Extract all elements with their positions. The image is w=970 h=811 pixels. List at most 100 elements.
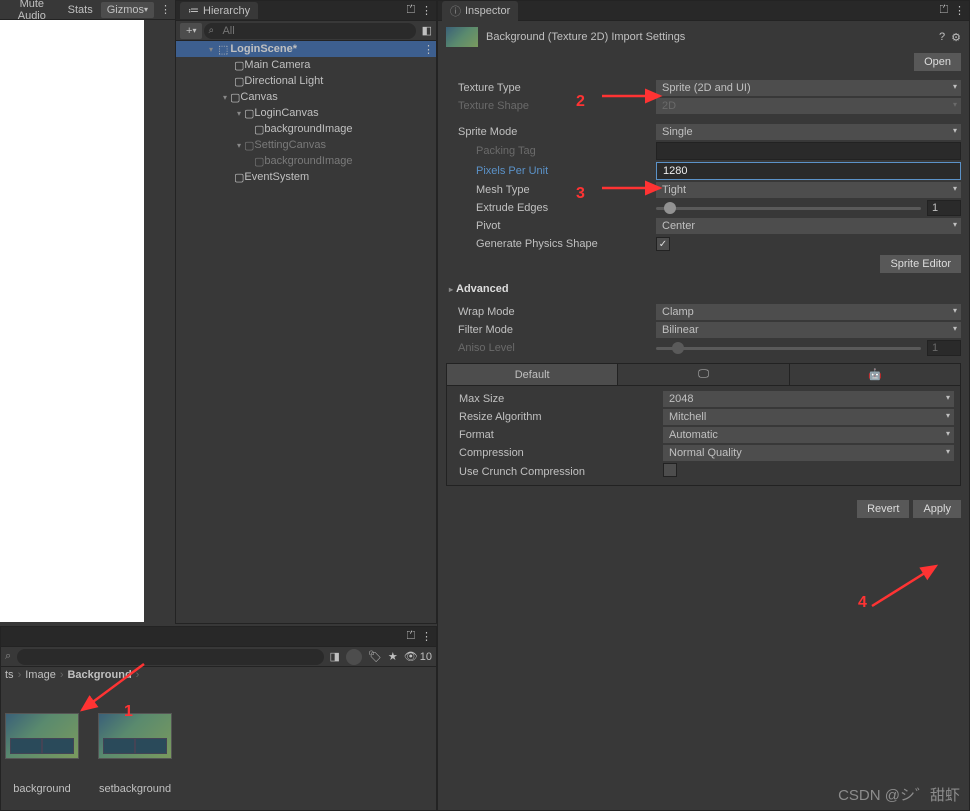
breadcrumb-item[interactable]: Background (67, 669, 131, 681)
chevron-right-icon: › (18, 669, 22, 681)
asset-thumbnail (446, 27, 478, 47)
texture-shape-dropdown: 2D (656, 98, 961, 114)
lock-icon[interactable]: ⏍ (940, 4, 948, 17)
hierarchy-search-input[interactable] (204, 23, 415, 39)
extrude-edges-label: Extrude Edges (446, 202, 656, 214)
scene-vis-icon[interactable]: ◧ (422, 24, 432, 37)
unity-logo-icon: ⬚ (218, 43, 228, 56)
wrap-mode-dropdown[interactable]: Clamp (656, 304, 961, 320)
texture-type-dropdown[interactable]: Sprite (2D and UI) (656, 80, 961, 96)
breadcrumb: ts › Image › Background › (1, 667, 436, 683)
lock-icon[interactable]: ⏍ (407, 4, 415, 17)
crunch-label: Use Crunch Compression (453, 466, 663, 478)
info-icon: ⓘ (450, 3, 461, 19)
cube-icon: ▢ (244, 139, 254, 152)
pivot-label: Pivot (446, 220, 656, 232)
tree-item-bg-image-2[interactable]: ▢ backgroundImage (176, 153, 436, 169)
tree-item-canvas[interactable]: ▾ ▢ Canvas (176, 89, 436, 105)
gen-physics-checkbox[interactable] (656, 237, 670, 251)
tree-item-setting-canvas[interactable]: ▾ ▢ SettingCanvas (176, 137, 436, 153)
filter-icon[interactable]: ◨ (330, 650, 340, 663)
platform-tab-standalone[interactable]: 🖵 (618, 364, 789, 385)
scene-row[interactable]: ▾ ⬚ LoginScene* ⋮ (176, 41, 436, 57)
help-icon[interactable]: ? (939, 31, 945, 43)
foldout-icon[interactable]: ▾ (234, 109, 244, 118)
pixels-per-unit-label: Pixels Per Unit (446, 165, 656, 177)
chevron-right-icon: › (136, 669, 140, 681)
resize-dropdown[interactable]: Mitchell (663, 409, 954, 425)
pixels-per-unit-input[interactable] (656, 162, 961, 180)
tree-item-login-canvas[interactable]: ▾ ▢ LoginCanvas (176, 105, 436, 121)
label-icon[interactable] (346, 649, 362, 665)
aniso-slider (656, 347, 921, 350)
resize-label: Resize Algorithm (453, 411, 663, 423)
tree-item-bg-image-1[interactable]: ▢ backgroundImage (176, 121, 436, 137)
foldout-icon[interactable]: ▾ (220, 93, 230, 102)
tab-inspector[interactable]: ⓘ Inspector (442, 1, 518, 21)
foldout-icon[interactable]: ▾ (234, 141, 244, 150)
stats-button[interactable]: Stats (62, 2, 99, 18)
breadcrumb-item[interactable]: Image (25, 669, 56, 681)
kebab-icon[interactable]: ⋮ (160, 3, 171, 16)
star-icon[interactable]: ★ (388, 650, 398, 663)
sprite-mode-dropdown[interactable]: Single (656, 124, 961, 140)
compression-dropdown[interactable]: Normal Quality (663, 445, 954, 461)
max-size-dropdown[interactable]: 2048 (663, 391, 954, 407)
platform-tabs: Default 🖵 🤖 (446, 363, 961, 386)
tree-item-main-camera[interactable]: ▢ Main Camera (176, 57, 436, 73)
hidden-icon[interactable]: 👁10 (404, 650, 432, 663)
gen-physics-label: Generate Physics Shape (446, 238, 656, 250)
open-button[interactable]: Open (914, 53, 961, 71)
kebab-icon[interactable]: ⋮ (421, 630, 432, 643)
scene-name-label: LoginScene* (230, 43, 297, 55)
extrude-slider[interactable] (656, 207, 921, 210)
format-dropdown[interactable]: Automatic (663, 427, 954, 443)
extrude-value-input[interactable] (927, 200, 961, 216)
mute-audio-button[interactable]: Mute Audio (4, 2, 60, 18)
search-icon: ⌕ (5, 650, 11, 663)
apply-button[interactable]: Apply (913, 500, 961, 518)
tag-icon[interactable]: 🏷 (368, 650, 382, 663)
max-size-label: Max Size (453, 393, 663, 405)
advanced-foldout[interactable]: ▸ Advanced (446, 279, 961, 297)
aniso-value-input (927, 340, 961, 356)
kebab-icon[interactable]: ⋮ (423, 43, 434, 56)
tree-item-directional-light[interactable]: ▢ Directional Light (176, 73, 436, 89)
kebab-icon[interactable]: ⋮ (954, 4, 965, 17)
project-search-input[interactable] (17, 649, 323, 665)
filter-mode-dropdown[interactable]: Bilinear (656, 322, 961, 338)
packing-tag-input[interactable] (656, 142, 961, 160)
thumbnail-image (5, 713, 79, 759)
cube-icon: ▢ (230, 91, 240, 104)
cube-icon: ▢ (234, 59, 244, 72)
gizmos-button[interactable]: Gizmos ▾ (101, 2, 154, 18)
hierarchy-icon: ≔ (188, 4, 199, 17)
foldout-icon[interactable]: ▾ (206, 45, 216, 54)
wrap-mode-label: Wrap Mode (446, 306, 656, 318)
monitor-icon: 🖵 (698, 368, 709, 381)
platform-tab-default[interactable]: Default (447, 364, 618, 385)
mesh-type-dropdown[interactable]: Tight (656, 182, 961, 198)
cube-icon: ▢ (234, 171, 244, 184)
lock-icon[interactable]: ⏍ (407, 630, 415, 643)
create-button[interactable]: + ▾ (180, 23, 202, 39)
kebab-icon[interactable]: ⋮ (421, 4, 432, 17)
filter-mode-label: Filter Mode (446, 324, 656, 336)
crunch-checkbox[interactable] (663, 463, 677, 477)
foldout-icon: ▸ (446, 285, 456, 294)
android-icon: 🤖 (868, 368, 882, 381)
tab-hierarchy[interactable]: ≔ Hierarchy (180, 2, 258, 19)
asset-thumbnail-item[interactable]: background (5, 713, 79, 795)
asset-thumbnail-item[interactable]: setbackground (98, 713, 172, 795)
revert-button[interactable]: Revert (857, 500, 909, 518)
preset-icon[interactable]: ⚙ (951, 31, 961, 44)
breadcrumb-item[interactable]: ts (5, 669, 14, 681)
sprite-mode-label: Sprite Mode (446, 126, 656, 138)
tree-item-event-system[interactable]: ▢ EventSystem (176, 169, 436, 185)
asset-title: Background (Texture 2D) Import Settings (486, 31, 685, 43)
platform-tab-android[interactable]: 🤖 (790, 364, 960, 385)
sprite-editor-button[interactable]: Sprite Editor (880, 255, 961, 273)
packing-tag-label: Packing Tag (446, 145, 656, 157)
watermark: CSDN @シ゛甜虾 (838, 784, 960, 805)
pivot-dropdown[interactable]: Center (656, 218, 961, 234)
